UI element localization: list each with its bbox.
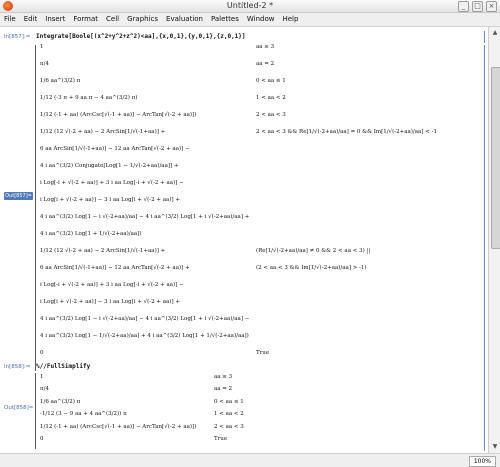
out858-condition-2: 0 < aa ≤ 1 bbox=[214, 398, 244, 405]
input-cell-857[interactable]: Integrate[Boole[(x^2+y^2+z^2)<aa],{x,0,1… bbox=[36, 33, 246, 40]
out857-expr-17: 4 i aa^(3/2) Log[1 − 1/√(-2+aa)/aa] + 4 … bbox=[40, 333, 249, 339]
cell-bracket-out858[interactable] bbox=[484, 373, 485, 451]
menu-palettes[interactable]: Palettes bbox=[207, 13, 243, 26]
piecewise-brace-858 bbox=[35, 373, 36, 449]
out857-expr-12: 1/12 (12 √(-2 + aa) − 2 ArcSin[1/√(-1+aa… bbox=[40, 248, 166, 254]
out857-condition-2: 0 < aa ≤ 1 bbox=[256, 78, 286, 84]
out857-expr-8: i Log[-i + √(-2 + aa)] + 3 i aa Log[-i +… bbox=[40, 180, 184, 186]
cell-bracket-in858[interactable] bbox=[484, 361, 485, 373]
out857-condition-18: True bbox=[256, 350, 270, 356]
input-label-858: In[858]:= bbox=[4, 364, 31, 370]
window-title: Untitled-2 * bbox=[226, 1, 274, 10]
out857-expr-13: 6 aa ArcSin[1/√(-1+aa)] − 12 aa ArcTan[√… bbox=[40, 265, 190, 271]
menu-window[interactable]: Window bbox=[243, 13, 279, 26]
out857-expr-18: 0 bbox=[40, 350, 44, 356]
out858-expr-2: 1/6 aa^(3/2) π bbox=[40, 398, 81, 405]
menu-edit[interactable]: Edit bbox=[20, 13, 42, 26]
out857-expr-10: 4 i aa^(3/2) Log[1 − i √(-2+aa)/aa] − 4 … bbox=[40, 214, 250, 220]
out858-expr-3: -1/12 (3 − 9 aa + 4 aa^(3/2)) π bbox=[40, 411, 127, 418]
output-label-857: Out[857]= bbox=[4, 192, 33, 200]
out857-expr-0: 1 bbox=[40, 44, 44, 50]
out858-expr-1: π/4 bbox=[40, 386, 49, 393]
out857-expr-7: 4 i aa^(3/2) Conjugate[Log[1 − 1/√(-2+aa… bbox=[40, 163, 179, 169]
input-label-857: In[857]:= bbox=[4, 34, 31, 40]
minimize-button[interactable]: _ bbox=[458, 1, 469, 12]
out857-condition-13: (2 < aa < 3 && Im[1/√(-2+aa)/aa] > -1) bbox=[256, 265, 367, 271]
out857-expr-1: π/4 bbox=[40, 61, 49, 67]
piecewise-brace-857 bbox=[35, 45, 36, 371]
maximize-button[interactable]: □ bbox=[472, 1, 483, 12]
out857-condition-0: aa ≥ 3 bbox=[256, 44, 275, 50]
out857-expr-11: 4 i aa^(3/2) Log[1 + 1/√(-2+aa)/aa]) bbox=[40, 231, 142, 237]
input-cell-858[interactable]: %//FullSimplify bbox=[36, 363, 90, 370]
out857-expr-4: 1/12 (-1 + aa) (ArcCsc[√(-1 + aa)] − Arc… bbox=[40, 112, 197, 118]
menu-graphics[interactable]: Graphics bbox=[123, 13, 162, 26]
scroll-down-icon[interactable]: ▼ bbox=[491, 443, 499, 451]
cell-bracket-in857[interactable] bbox=[484, 31, 485, 43]
out858-condition-5: True bbox=[214, 436, 228, 442]
scroll-up-icon[interactable]: ▲ bbox=[491, 29, 499, 37]
title-bar: Untitled-2 * _ □ × bbox=[0, 0, 500, 13]
out858-expr-0: 1 bbox=[40, 374, 44, 380]
out857-expr-6: 6 aa ArcSin[1/√(-1+aa)] − 12 aa ArcTan[√… bbox=[40, 146, 190, 152]
out857-condition-4: 2 < aa < 3 bbox=[256, 112, 286, 118]
out857-expr-2: 1/6 aa^(3/2) π bbox=[40, 78, 81, 84]
menu-bar: File Edit Insert Format Cell Graphics Ev… bbox=[0, 13, 500, 27]
zoom-selector[interactable]: 100% bbox=[468, 456, 496, 467]
out858-expr-5: 0 bbox=[40, 436, 44, 442]
menu-file[interactable]: File bbox=[0, 13, 20, 26]
notebook-area[interactable]: In[857]:= Integrate[Boole[(x^2+y^2+z^2)<… bbox=[0, 27, 488, 453]
out858-expr-4: 1/12 (-1 + aa) (ArcCsc[√(-1 + aa)] − Arc… bbox=[40, 423, 197, 430]
out857-expr-15: i Log[i + √(-2 + aa)] − 3 i aa Log[i + √… bbox=[40, 299, 180, 305]
out858-condition-0: aa ≥ 3 bbox=[214, 374, 233, 380]
out857-expr-9: i Log[i + √(-2 + aa)] − 3 i aa Log[i + √… bbox=[40, 197, 180, 203]
cell-bracket-out857[interactable] bbox=[484, 45, 485, 375]
out857-expr-5: 1/12 (12 √(-2 + aa) − 2 ArcSin[1/√(-1+aa… bbox=[40, 129, 166, 135]
status-bar: 100% bbox=[0, 453, 500, 467]
out857-expr-3: 1/12 (-3 π + 9 aa π − 4 aa^(3/2) π) bbox=[40, 95, 138, 101]
menu-help[interactable]: Help bbox=[278, 13, 302, 26]
out858-condition-4: 2 < aa < 3 bbox=[214, 423, 244, 430]
menu-format[interactable]: Format bbox=[69, 13, 102, 26]
vertical-scrollbar[interactable]: ▲ ▼ bbox=[488, 27, 500, 453]
out857-expr-16: 4 i aa^(3/2) Log[1 − i √(-2+aa)/aa] − 4 … bbox=[40, 316, 250, 322]
out857-condition-1: aa = 2 bbox=[256, 61, 275, 67]
out858-condition-1: aa = 2 bbox=[214, 386, 233, 393]
out858-condition-3: 1 < aa < 2 bbox=[214, 411, 244, 418]
menu-cell[interactable]: Cell bbox=[102, 13, 123, 26]
out857-expr-14: i Log[-i + √(-2 + aa)] + 3 i aa Log[-i +… bbox=[40, 282, 184, 288]
menu-evaluation[interactable]: Evaluation bbox=[162, 13, 207, 26]
close-button[interactable]: × bbox=[486, 1, 497, 12]
out857-condition-5: 2 < aa < 3 && Re[1/√(-2+aa)/aa] = 0 && I… bbox=[256, 129, 437, 135]
output-label-858: Out[858]= bbox=[4, 405, 34, 411]
out857-condition-3: 1 < aa < 2 bbox=[256, 95, 286, 101]
menu-insert[interactable]: Insert bbox=[41, 13, 69, 26]
scrollbar-thumb[interactable] bbox=[491, 67, 500, 249]
out857-condition-12: (Re[1/√(-2+aa)/aa] ≠ 0 && 2 < aa < 3) || bbox=[256, 248, 371, 254]
